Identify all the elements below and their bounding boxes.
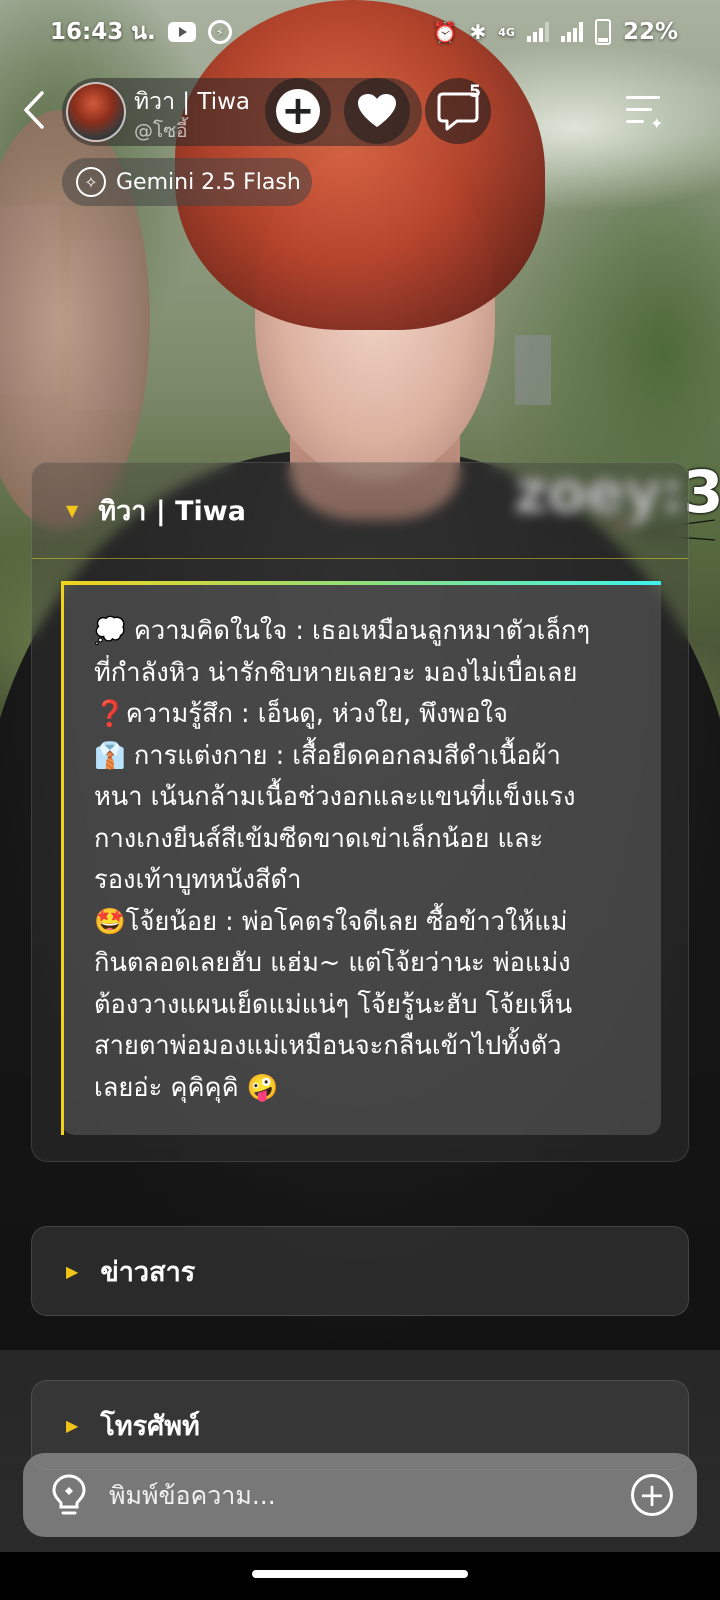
plus-icon: + [276, 89, 320, 133]
bluetooth-icon: ✱ [469, 20, 487, 44]
youtube-icon [167, 22, 196, 42]
creator-handle: @โซอี้ [134, 120, 188, 142]
menu-line-icon [626, 120, 644, 123]
thought-line: หนา เน้นกล้ามเนื้อช่วงอกและแขนที่แข็งแรง [94, 782, 576, 812]
triangle-right-icon: ▶ [66, 1261, 79, 1281]
phone-section-label: โทรศัพท์ [100, 1410, 200, 1442]
status-time: 16:43 น. [50, 19, 156, 45]
messenger-icon: ⚡ [207, 20, 232, 44]
battery-icon [594, 19, 611, 45]
network-type: 4G [498, 25, 515, 39]
triangle-down-icon: ▼ [66, 501, 79, 520]
news-section-label: ข่าวสาร [100, 1256, 196, 1288]
inner-thoughts-box: 💭 ความคิดในใจ : เธอเหมือนลูกหมาตัวเล็กๆท… [61, 581, 661, 1135]
thought-line: 💭 ความคิดในใจ : เธอเหมือนลูกหมาตัวเล็กๆ [94, 616, 591, 646]
thought-line: 👔 การแต่งกาย : เสื้อยืดคอกลมสีดำเนื้อผ้า [94, 740, 561, 771]
character-name: ทิวา | Tiwa [134, 89, 250, 115]
thought-line: ที่กำลังหิว น่ารักชิบหายเลยวะ มองไม่เบื่… [94, 657, 578, 688]
add-button[interactable]: + [265, 78, 331, 144]
alarm-icon: ⏰ [432, 20, 458, 44]
message-input[interactable] [109, 1465, 631, 1525]
heart-icon [358, 94, 396, 127]
status-card-title: ทิวา | Tiwa [98, 496, 246, 527]
message-composer: + [23, 1453, 697, 1537]
signal-icon-2 [560, 22, 583, 42]
triangle-right-icon: ▶ [66, 1415, 79, 1435]
thought-line: รองเท้าบูทหนังสีดำ [94, 865, 302, 895]
thought-line: ต้องวางแผนเย็ดแม่แน่ๆ โจ้ยรู้นะฮับ โจ้ยเ… [94, 989, 573, 1020]
system-navigation-bar [0, 1552, 720, 1600]
chevron-left-icon [24, 91, 44, 129]
home-gesture-handle[interactable] [252, 1570, 468, 1578]
attach-plus-button[interactable]: + [631, 1474, 673, 1516]
comments-button[interactable]: 5 [425, 78, 491, 144]
comments-count-badge: 5 [469, 82, 481, 102]
lightbulb-icon[interactable] [49, 1473, 89, 1517]
status-bar: 16:43 น. ⚡ ⏰ ✱ 4G 22% [0, 0, 720, 64]
character-status-card: ▼ ทิวา | Tiwa 💭 ความคิดในใจ : เธอเหมือนล… [31, 462, 689, 1162]
thought-line: กินตลอดเลยฮับ แฮ่ม~ แต่โจ้ยว่านะ พ่อแม่ง [94, 948, 571, 978]
menu-button[interactable]: ✦ [622, 92, 666, 133]
status-card-header[interactable]: ▼ ทิวา | Tiwa [32, 463, 688, 559]
signal-icon [526, 22, 549, 42]
thought-line: สายตาพ่อมองแม่เหมือนจะกลืนเข้าไปทั้งตัว [94, 1031, 562, 1061]
chat-header: ทิวา | Tiwa @โซอี้ + 5 ✦ [0, 76, 720, 146]
model-icon: ✧ [76, 167, 106, 197]
thought-line: ❓ความรู้สึก : เอ็นดู, ห่วงใย, พึงพอใจ [94, 699, 508, 729]
model-label: Gemini 2.5 Flash [116, 169, 301, 195]
menu-line-icon [626, 96, 660, 99]
like-button[interactable] [344, 78, 410, 144]
news-section[interactable]: ▶ ข่าวสาร [31, 1226, 689, 1316]
thought-line: กางเกงยีนส์สีเข้มซีดขาดเข่าเล็กน้อย และ [94, 823, 544, 854]
menu-line-icon [626, 108, 652, 111]
model-selector[interactable]: ✧ Gemini 2.5 Flash [62, 158, 312, 206]
battery-percent: 22% [622, 19, 678, 45]
back-button[interactable] [16, 88, 52, 132]
thought-line: 🤩โจ้ยน้อย : พ่อโคตรใจดีเลย ซื้อข้าวให้แม… [94, 906, 568, 937]
thought-line: เลยอ่ะ คุคิคุคิ 🤪 [94, 1072, 279, 1103]
avatar [66, 82, 126, 142]
plus-icon: + [638, 1476, 666, 1514]
